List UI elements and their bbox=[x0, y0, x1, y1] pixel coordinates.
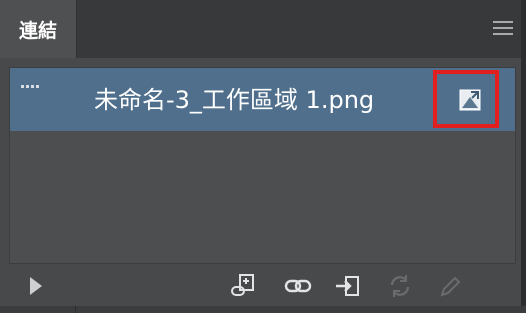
update-link-icon[interactable] bbox=[386, 273, 414, 299]
link-row[interactable]: 未命名-3_工作區域 1.png bbox=[10, 68, 515, 131]
relink-from-cc-library-icon[interactable] bbox=[228, 273, 256, 299]
hamburger-menu-icon[interactable] bbox=[493, 21, 513, 37]
links-panel: 連結 未命名-3_工作區域 1.png bbox=[0, 0, 526, 313]
highlight-box bbox=[433, 70, 499, 128]
panel-header: 連結 bbox=[0, 0, 526, 58]
panel-edge bbox=[521, 0, 526, 313]
relink-icon[interactable] bbox=[284, 273, 312, 299]
links-list: 未命名-3_工作區域 1.png bbox=[9, 67, 516, 264]
tab-links[interactable]: 連結 bbox=[0, 0, 77, 58]
bottom-toolbar bbox=[0, 266, 521, 306]
tab-label: 連結 bbox=[18, 19, 57, 42]
link-filename: 未命名-3_工作區域 1.png bbox=[94, 86, 375, 114]
go-to-link-icon[interactable] bbox=[334, 273, 362, 299]
thumbnail-icon bbox=[21, 85, 41, 91]
embed-link-icon[interactable] bbox=[459, 89, 481, 111]
panel-footer bbox=[0, 306, 526, 313]
edit-original-icon[interactable] bbox=[436, 273, 464, 299]
expand-arrow-icon[interactable] bbox=[29, 276, 43, 296]
